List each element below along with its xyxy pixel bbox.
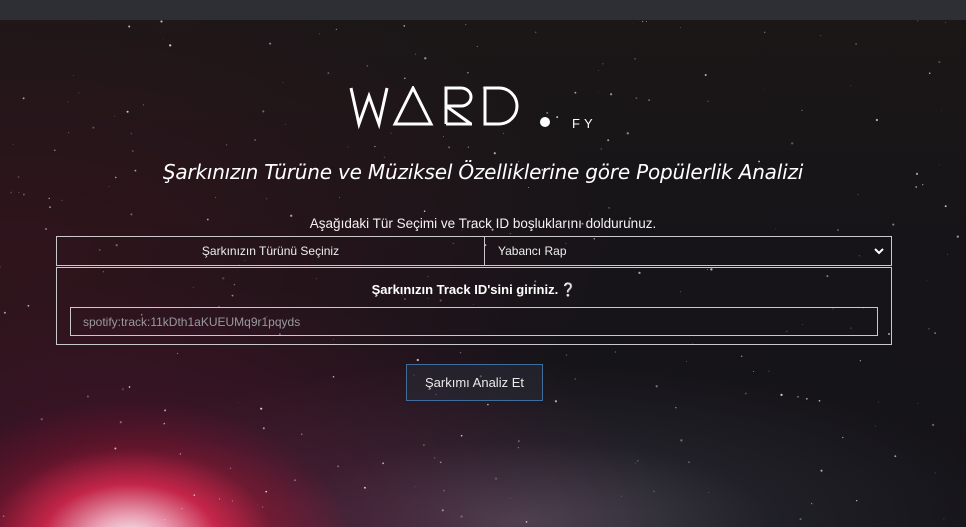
genre-select[interactable]: Yabancı Rap [485, 237, 891, 265]
wardfy-logo: FY [349, 86, 597, 131]
help-icon[interactable]: ❔ [560, 282, 576, 298]
genre-row: Şarkınızın Türünü Seçiniz Yabancı Rap [56, 236, 892, 266]
track-id-title-text: Şarkınızın Track ID'sini giriniz. [371, 282, 559, 297]
page-heading: Şarkınızın Türüne ve Müziksel Özellikler… [162, 160, 804, 184]
genre-selected-value: Yabancı Rap [498, 244, 567, 258]
logo-suffix: FY [572, 116, 597, 131]
chevron-down-icon [874, 248, 884, 255]
track-id-title: Şarkınızın Track ID'sini giriniz. ❔ [57, 282, 891, 298]
track-id-input[interactable] [70, 307, 878, 336]
analyze-button[interactable]: Şarkımı Analiz Et [406, 364, 543, 401]
track-id-section: Şarkınızın Track ID'sini giriniz. ❔ [56, 267, 892, 345]
instruction-text: Aşağıdaki Tür Seçimi ve Track ID boşlukl… [309, 216, 657, 231]
browser-top-bar [0, 0, 966, 20]
genre-label: Şarkınızın Türünü Seçiniz [57, 237, 485, 265]
page: FY Şarkınızın Türüne ve Müziksel Özellik… [0, 0, 966, 527]
main-content: FY Şarkınızın Türüne ve Müziksel Özellik… [0, 20, 966, 527]
